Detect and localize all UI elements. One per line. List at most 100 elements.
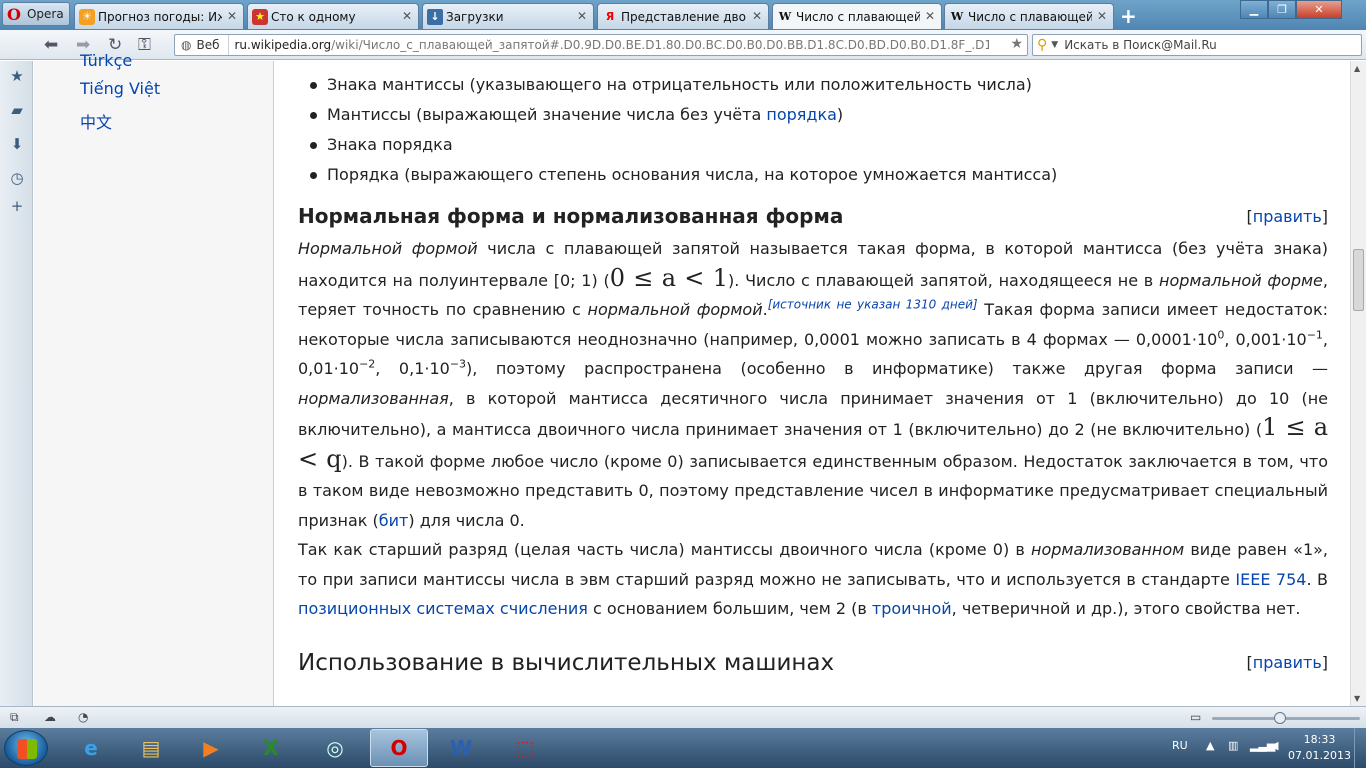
search-field[interactable]: ⚲ ▼ Искать в Поиск@Mail.Ru <box>1032 34 1362 56</box>
edit-link[interactable]: править <box>1253 207 1322 226</box>
internet-explorer-icon[interactable]: e <box>62 729 120 767</box>
back-icon[interactable]: ⬅ <box>44 35 58 55</box>
text: , 0,1·10 <box>375 359 450 378</box>
new-tab-button[interactable]: + <box>1120 4 1137 28</box>
citation-needed-link[interactable]: [источник не указан 1310 дней] <box>768 298 978 312</box>
url-path: /wiki/Число_с_плавающей_запятой#.D0.9D.D… <box>331 38 989 52</box>
downloads-panel-icon[interactable]: ⬇ <box>8 135 26 153</box>
bookmark-star-icon[interactable]: ★ <box>1010 36 1023 52</box>
key-icon[interactable]: ⚿ <box>138 35 151 55</box>
link-poryadok[interactable]: порядка <box>766 105 837 124</box>
link-ternary[interactable]: троичной <box>872 599 952 618</box>
volume-icon[interactable]: ◀ <box>1270 739 1278 752</box>
zoom-slider-knob[interactable] <box>1274 712 1286 724</box>
close-icon[interactable]: ✕ <box>925 9 935 23</box>
zoom-slider[interactable] <box>1212 712 1360 724</box>
search-engine-icon[interactable]: ⚲ <box>1037 37 1047 53</box>
text: , в которой мантисса десятичного числа п… <box>298 388 1328 440</box>
opera-logo-icon: O <box>7 4 21 24</box>
link-ieee-754[interactable]: IEEE 754 <box>1235 570 1306 589</box>
clock-date: 07.01.2013 <box>1288 749 1351 762</box>
downloads-icon: ↓ <box>427 8 443 25</box>
close-icon[interactable]: ✕ <box>227 9 237 23</box>
navigation-bar: ⬅ ➡ ↻ ⚿ ◍ Веб ru.wikipedia.org/wiki/Числ… <box>0 30 1366 60</box>
emphasis: нормализованном <box>1030 540 1185 559</box>
tab-wikipedia-2[interactable]: W Число с плавающей з... ✕ <box>944 3 1114 29</box>
emphasis: нормальной формой <box>587 300 763 319</box>
panel-toggle-icon[interactable]: ⧉ <box>10 710 19 725</box>
vertical-scrollbar[interactable]: ▲ ▼ <box>1350 61 1366 706</box>
web-scope[interactable]: ◍ Веб <box>175 35 229 55</box>
opera-menu-button[interactable]: O Opera <box>2 2 70 26</box>
close-icon[interactable]: ✕ <box>577 9 587 23</box>
word-icon[interactable]: W <box>432 729 490 767</box>
excel-icon[interactable]: X <box>242 729 300 767</box>
clock[interactable]: 18:33 07.01.2013 <box>1288 732 1351 764</box>
list-item: Знака мантиссы (указывающего на отрицате… <box>298 71 1328 101</box>
window-controls: ▁ ❐ ✕ <box>1240 0 1342 20</box>
link-positional-systems[interactable]: позиционных системах счисления <box>298 599 588 618</box>
globe-icon: ◍ <box>181 38 192 52</box>
lang-link-chinese[interactable]: 中文 <box>80 109 112 133</box>
cloud-icon[interactable]: ☁ <box>44 710 56 724</box>
view-icon[interactable]: ▭ <box>1190 710 1201 724</box>
maximize-icon[interactable]: ❐ <box>1268 0 1296 19</box>
tab-downloads[interactable]: ↓ Загрузки ✕ <box>422 3 594 29</box>
speed-dial-icon[interactable]: ◔ <box>78 710 88 724</box>
tray-arrow-icon[interactable]: ▲ <box>1206 739 1214 752</box>
opera-taskbar-icon[interactable]: O <box>370 729 428 767</box>
lang-link-turkish[interactable]: Türkçe <box>80 51 132 70</box>
scroll-down-icon[interactable]: ▼ <box>1354 694 1360 703</box>
window-close-icon[interactable]: ✕ <box>1296 0 1342 19</box>
network-icon[interactable]: ▥ <box>1228 739 1238 752</box>
show-desktop-button[interactable] <box>1354 728 1366 768</box>
link-bit[interactable]: бит <box>379 511 409 530</box>
pdf-reader-icon[interactable]: ⬚ <box>496 729 554 767</box>
text: . В <box>1306 569 1329 589</box>
start-button[interactable] <box>4 730 48 766</box>
lang-link-vietnamese[interactable]: Tiếng Việt <box>80 79 160 98</box>
close-icon[interactable]: ✕ <box>402 9 412 23</box>
close-icon[interactable]: ✕ <box>752 9 762 23</box>
list-item-text: Знака мантиссы (указывающего на отрицате… <box>327 75 1032 94</box>
list-item-text: Мантиссы (выражающей значение числа без … <box>327 105 767 124</box>
tab-wikipedia-1[interactable]: W Число с плавающей з... ✕ <box>772 3 942 29</box>
tab-yandex[interactable]: Я Представление двоич... ✕ <box>597 3 769 29</box>
opera-menu-label: Opera <box>26 7 64 21</box>
article-content: Знака мантиссы (указывающего на отрицате… <box>275 61 1350 706</box>
tv-icon: ★ <box>252 8 268 25</box>
address-bar[interactable]: ◍ Веб ru.wikipedia.org/wiki/Число_с_плав… <box>174 34 1028 56</box>
list-item-text: Знака порядка <box>327 135 453 154</box>
scroll-up-icon[interactable]: ▲ <box>1354 64 1360 73</box>
history-icon[interactable]: ◷ <box>8 169 26 187</box>
url-text[interactable]: ru.wikipedia.org/wiki/Число_с_плавающей_… <box>229 38 989 52</box>
close-icon[interactable]: ✕ <box>1097 9 1107 23</box>
tab-weather[interactable]: ☀ Прогноз погоды: Иже... ✕ <box>74 3 244 29</box>
emphasis: Нормальной формой <box>298 239 478 258</box>
notes-icon[interactable]: ▰ <box>8 101 26 119</box>
list-item-text: ) <box>836 105 844 124</box>
exponent: −1 <box>1306 328 1323 342</box>
emphasis: нормализованная <box>298 388 449 408</box>
file-explorer-icon[interactable]: ▤ <box>122 729 180 767</box>
math-formula: 0 ≤ a < 1 <box>609 263 728 292</box>
bookmarks-icon[interactable]: ★ <box>8 67 26 85</box>
scrollbar-thumb[interactable] <box>1353 249 1364 311</box>
nero-icon[interactable]: ◎ <box>306 729 364 767</box>
paragraph-normalized: Так как старший разряд (целая часть числ… <box>298 535 1328 624</box>
text: , четверичной и др.), этого свойства нет… <box>951 599 1301 618</box>
edit-link[interactable]: править <box>1253 653 1322 672</box>
minimize-icon[interactable]: ▁ <box>1240 0 1268 19</box>
section-heading-normal-form: Нормальная форма и нормализованная форма… <box>298 199 1328 234</box>
exponent: −3 <box>449 357 467 371</box>
chevron-down-icon[interactable]: ▼ <box>1051 40 1058 50</box>
tab-sto-k-odnomu[interactable]: ★ Сто к одному ✕ <box>247 3 419 29</box>
yandex-icon: Я <box>605 10 615 23</box>
text: ). Число с плавающей запятой, находящеес… <box>727 270 1159 290</box>
status-bar: ⧉ ☁ ◔ ▭ <box>0 706 1366 728</box>
media-player-icon[interactable]: ▶ <box>182 729 240 767</box>
language-indicator[interactable]: RU <box>1172 739 1188 752</box>
add-panel-icon[interactable]: + <box>8 197 26 215</box>
wiki-sidebar: Türkçe Tiếng Việt 中文 <box>34 51 274 706</box>
list-item-text: Порядка (выражающего степень основания ч… <box>327 165 1058 184</box>
